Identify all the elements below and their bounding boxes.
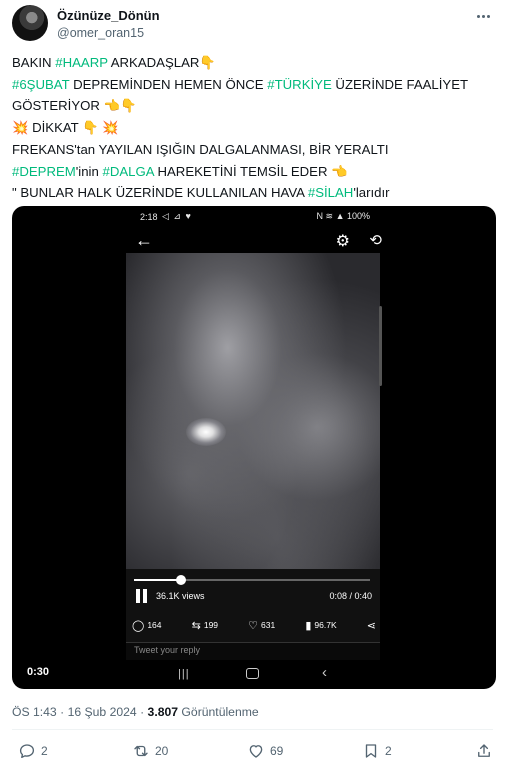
retweet-icon: ⇆ xyxy=(191,619,201,632)
heart-icon: ♡ xyxy=(248,619,259,632)
tweet-line: #6ŞUBAT DEPREMİNDEN HEMEN ÖNCE #TÜRKİYE … xyxy=(12,74,497,96)
heart-outline-icon xyxy=(249,745,263,758)
phone-time: 2:18 xyxy=(140,212,158,222)
tweet-text-segment: 'inin xyxy=(75,163,103,179)
inner-views-stat: ▮ 96.7K xyxy=(305,619,336,632)
bookmark-button[interactable]: 2 xyxy=(362,742,392,760)
nav-back-icon: ‹ xyxy=(322,664,327,681)
tweet-line: GÖSTERİYOR 👈👇 xyxy=(12,95,497,117)
gear-icon: ⚙ xyxy=(335,233,350,250)
progress-knob xyxy=(176,575,187,585)
progress-fill xyxy=(134,579,182,581)
meta-separator: · xyxy=(136,705,148,719)
phone-status-bar: 2:18 ◁ ⊿ ♥ N ≋ ▲ 100% xyxy=(140,210,370,226)
video-player[interactable]: 2:18 ◁ ⊿ ♥ N ≋ ▲ 100% ← ⚙ ⟲ 36.1K views … xyxy=(12,206,496,689)
reply-button[interactable]: 2 xyxy=(18,742,48,760)
reply-icon xyxy=(19,744,35,759)
tweet-text-segment: HAREKETİNİ TEMSİL EDER 👈 xyxy=(153,163,348,179)
tweet-text-segment: BAKIN xyxy=(12,55,56,70)
tweet-line: " BUNLAR HALK ÜZERİNDE KULLANILAN HAVA #… xyxy=(12,182,497,204)
tweet-text-segment: " BUNLAR HALK ÜZERİNDE KULLANILAN HAVA xyxy=(12,185,308,201)
back-arrow-icon: ← xyxy=(135,230,153,250)
tweet-line: FREKANS'tan YAYILAN IŞIĞIN DALGALANMASI,… xyxy=(12,139,497,161)
comment-icon: ◯ xyxy=(132,619,145,632)
bar-chart-icon: ▮ xyxy=(305,619,312,632)
phone-notification-icons: ◁ ⊿ ♥ xyxy=(162,211,192,221)
inner-replies-count: 164 xyxy=(147,620,162,630)
rotate-icon: ⟲ xyxy=(369,232,382,249)
scroll-edge xyxy=(379,306,382,386)
tweet-meta: ÖS 1:43 · 16 Şub 2024 · 3.807 Görüntülen… xyxy=(12,705,259,719)
light-glow xyxy=(186,418,226,446)
repost-count: 20 xyxy=(155,744,169,758)
tweet-date[interactable]: 16 Şub 2024 xyxy=(68,705,137,719)
inner-replies: ◯ 164 xyxy=(132,619,162,632)
tweet-text: BAKIN #HAARP ARKADAŞLAR👇 #6ŞUBAT DEPREMİN… xyxy=(12,52,497,204)
tweet-line: 💥 DİKKAT 👇 💥 xyxy=(12,117,497,139)
inner-reposts-count: 199 xyxy=(203,620,219,630)
like-count: 69 xyxy=(270,744,284,758)
inner-views-count: 96.7K xyxy=(314,620,337,630)
more-options-icon[interactable] xyxy=(473,8,493,24)
inner-likes: ♡ 631 xyxy=(248,619,275,632)
tweet-text-segment: 'larıdır xyxy=(353,185,390,201)
phone-nav-bar: ||| ‹ xyxy=(126,662,380,686)
tweet-text-segment: ÜZERİNDE FAALİYET xyxy=(331,76,469,92)
hashtag-link[interactable]: #DEPREM xyxy=(12,164,76,179)
tweet-time[interactable]: ÖS 1:43 xyxy=(12,705,57,719)
repost-button[interactable]: 20 xyxy=(132,742,168,760)
handle[interactable]: @omer_oran15 xyxy=(57,26,144,40)
bookmark-count: 2 xyxy=(385,744,392,758)
like-button[interactable]: 69 xyxy=(247,742,283,760)
hashtag-link[interactable]: #DALGA xyxy=(102,164,153,179)
divider xyxy=(12,729,493,730)
share-icon: ⋖ xyxy=(366,619,376,632)
views-count: 3.807 xyxy=(147,705,179,719)
video-timer: 0:30 xyxy=(22,664,55,680)
hashtag-link[interactable]: #TÜRKİYE xyxy=(267,77,332,92)
inner-share: ⋖ xyxy=(367,619,376,632)
tweet-text-segment: ARKADAŞLAR👇 xyxy=(107,55,216,70)
share-icon xyxy=(478,744,490,757)
meta-separator: · xyxy=(56,705,68,719)
views-label: Görüntülenme xyxy=(178,705,259,719)
pause-icon xyxy=(136,589,148,603)
display-name[interactable]: Özünüze_Dönün xyxy=(57,8,160,23)
inner-reply-bar: Tweet your reply xyxy=(126,642,380,660)
repost-icon xyxy=(134,745,148,757)
hashtag-link[interactable]: #6ŞUBAT xyxy=(12,77,69,92)
hashtag-link[interactable]: #SİLAH xyxy=(308,185,353,200)
tweet-text-segment: 💥 DİKKAT 👇 💥 xyxy=(12,120,119,136)
action-bar: 2 20 69 2 xyxy=(12,742,493,766)
phone-status-icons: N ≋ ▲ 100% xyxy=(316,211,370,221)
recents-icon: ||| xyxy=(178,668,190,680)
avatar[interactable] xyxy=(12,5,48,41)
reply-count: 2 xyxy=(41,744,48,758)
progress-track xyxy=(134,575,370,585)
inner-stats: ◯ 164 ⇆ 199 ♡ 631 ▮ 96.7K ⋖ xyxy=(132,617,376,633)
inner-video-controls: 36.1K views 0:08 / 0:40 ◯ 164 ⇆ 199 ♡ 631 ▮… xyxy=(126,569,380,644)
tweet-line: BAKIN #HAARP ARKADAŞLAR👇 xyxy=(12,52,497,74)
inner-duration: 0:08 / 0:40 xyxy=(329,591,372,601)
home-icon xyxy=(246,668,259,679)
inner-views: 36.1K views xyxy=(156,591,205,601)
video-frame xyxy=(126,253,380,569)
tweet-text-segment: GÖSTERİYOR 👈👇 xyxy=(12,98,137,114)
tweet-text-segment: DEPREMİNDEN HEMEN ÖNCE xyxy=(69,76,268,92)
inner-reply-placeholder: Tweet your reply xyxy=(134,645,201,655)
tweet-line: #DEPREM'inin #DALGA HAREKETİNİ TEMSİL ED… xyxy=(12,161,497,183)
inner-reposts: ⇆ 199 xyxy=(192,619,218,632)
inner-likes-count: 631 xyxy=(261,620,276,630)
share-button[interactable] xyxy=(475,742,493,760)
bookmark-icon xyxy=(365,744,377,758)
hashtag-link[interactable]: #HAARP xyxy=(55,55,108,70)
tweet-text-segment: FREKANS'tan YAYILAN IŞIĞIN DALGALANMASI,… xyxy=(12,141,389,157)
